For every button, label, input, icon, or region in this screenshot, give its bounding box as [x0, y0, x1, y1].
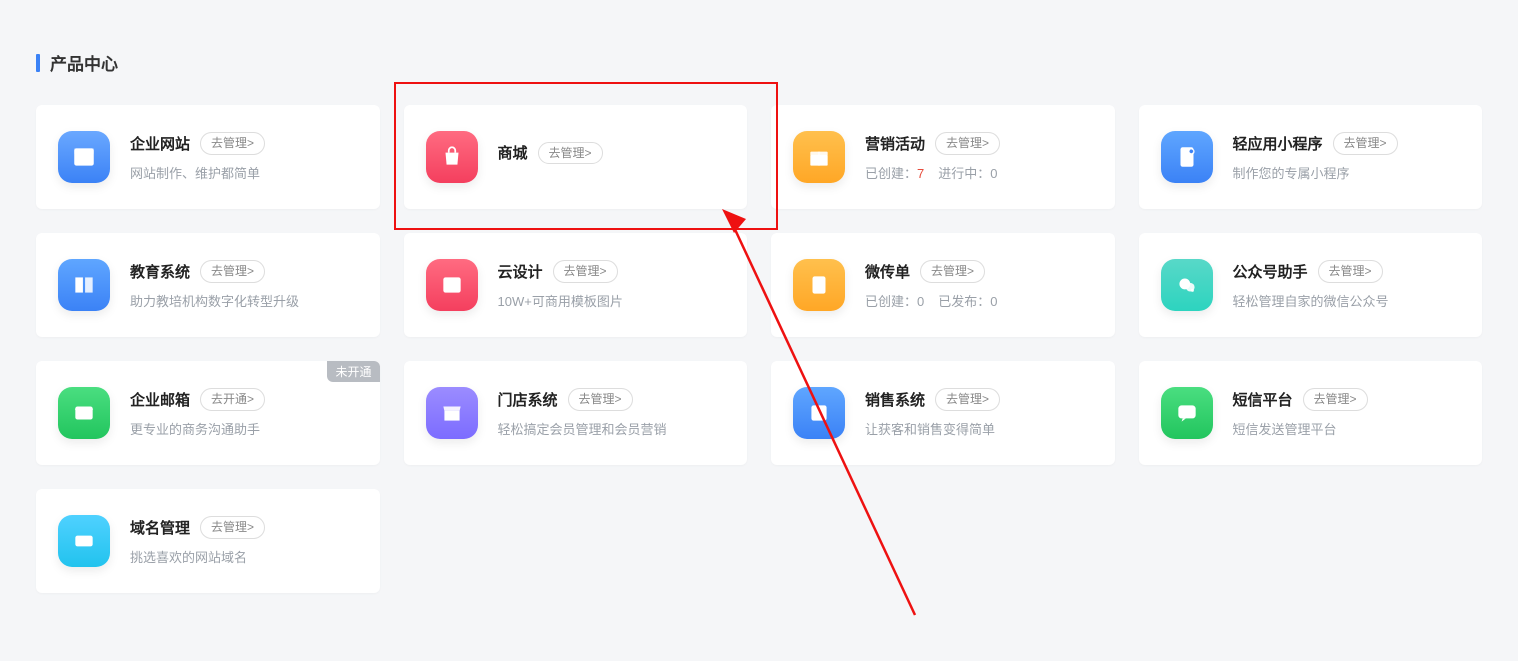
- chat-icon: [1161, 387, 1213, 439]
- bag-icon: [426, 131, 478, 183]
- card-domain[interactable]: W.≡ 域名管理 去管理> 挑选喜欢的网站域名: [36, 489, 380, 593]
- book-icon: [58, 259, 110, 311]
- product-center-section: 产品中心 企业网站 去管理> 网站制作、维护都简单 商城: [0, 0, 1518, 593]
- card-desc: 10W+可商用模板图片: [498, 291, 726, 310]
- page-icon: [793, 259, 845, 311]
- card-desc: 短信发送管理平台: [1233, 419, 1461, 438]
- card-marketing[interactable]: 营销活动 去管理> 已创建：7 进行中：0: [771, 105, 1115, 209]
- card-title: 企业邮箱: [130, 389, 190, 410]
- card-flyer[interactable]: 微传单 去管理> 已创建：0 已发布：0: [771, 233, 1115, 337]
- gift-icon: [793, 131, 845, 183]
- card-stats: 已创建：0 已发布：0: [865, 291, 1093, 310]
- card-title: 教育系统: [130, 261, 190, 282]
- card-title: 域名管理: [130, 517, 190, 538]
- card-desc: 助力教培机构数字化转型升级: [130, 291, 358, 310]
- manage-button[interactable]: 去管理>: [1318, 260, 1383, 283]
- card-title: 轻应用小程序: [1233, 133, 1323, 154]
- card-sales[interactable]: 销售系统 去管理> 让获客和销售变得简单: [771, 361, 1115, 465]
- card-title: 营销活动: [865, 133, 925, 154]
- manage-button[interactable]: 去管理>: [935, 388, 1000, 411]
- card-title: 商城: [498, 142, 528, 163]
- card-edu[interactable]: 教育系统 去管理> 助力教培机构数字化转型升级: [36, 233, 380, 337]
- domain-icon: W.≡: [58, 515, 110, 567]
- manage-button[interactable]: 去管理>: [1303, 388, 1368, 411]
- manage-button[interactable]: 去管理>: [920, 260, 985, 283]
- product-grid: 企业网站 去管理> 网站制作、维护都简单 商城 去管理>: [36, 105, 1482, 593]
- card-desc: 让获客和销售变得简单: [865, 419, 1093, 438]
- card-wechat[interactable]: 公众号助手 去管理> 轻松管理自家的微信公众号: [1139, 233, 1483, 337]
- card-mall[interactable]: 商城 去管理>: [404, 105, 748, 209]
- section-title: 产品中心: [36, 50, 1482, 75]
- manage-button[interactable]: 去管理>: [1333, 132, 1398, 155]
- card-title: 公众号助手: [1233, 261, 1308, 282]
- card-title: 短信平台: [1233, 389, 1293, 410]
- card-desc: 制作您的专属小程序: [1233, 163, 1461, 182]
- miniapp-icon: [1161, 131, 1213, 183]
- inactive-badge: 未开通: [327, 361, 379, 382]
- card-title: 企业网站: [130, 133, 190, 154]
- card-stats: 已创建：7 进行中：0: [865, 163, 1093, 182]
- manage-button[interactable]: 去管理>: [200, 260, 265, 283]
- card-desc: 轻松搞定会员管理和会员营销: [498, 419, 726, 438]
- card-title: 销售系统: [865, 389, 925, 410]
- card-desc: 挑选喜欢的网站域名: [130, 547, 358, 566]
- list-icon: [793, 387, 845, 439]
- card-mail[interactable]: 未开通 企业邮箱 去开通> 更专业的商务沟通助手: [36, 361, 380, 465]
- card-miniapp[interactable]: 轻应用小程序 去管理> 制作您的专属小程序: [1139, 105, 1483, 209]
- card-desc: 更专业的商务沟通助手: [130, 419, 358, 438]
- manage-button[interactable]: 去管理>: [935, 132, 1000, 155]
- mail-icon: [58, 387, 110, 439]
- manage-button[interactable]: 去管理>: [568, 388, 633, 411]
- wechat-icon: [1161, 259, 1213, 311]
- activate-button[interactable]: 去开通>: [200, 388, 265, 411]
- manage-button[interactable]: 去管理>: [200, 132, 265, 155]
- card-store[interactable]: 门店系统 去管理> 轻松搞定会员管理和会员营销: [404, 361, 748, 465]
- card-title: 云设计: [498, 261, 543, 282]
- store-icon: [426, 387, 478, 439]
- manage-button[interactable]: 去管理>: [538, 142, 603, 165]
- card-design[interactable]: 云设计 去管理> 10W+可商用模板图片: [404, 233, 748, 337]
- card-title: 门店系统: [498, 389, 558, 410]
- card-desc: 网站制作、维护都简单: [130, 163, 358, 182]
- card-desc: 轻松管理自家的微信公众号: [1233, 291, 1461, 310]
- svg-text:W.≡: W.≡: [79, 537, 93, 546]
- card-sms[interactable]: 短信平台 去管理> 短信发送管理平台: [1139, 361, 1483, 465]
- window-icon: [58, 131, 110, 183]
- card-site[interactable]: 企业网站 去管理> 网站制作、维护都简单: [36, 105, 380, 209]
- manage-button[interactable]: 去管理>: [553, 260, 618, 283]
- manage-button[interactable]: 去管理>: [200, 516, 265, 539]
- card-title: 微传单: [865, 261, 910, 282]
- image-icon: [426, 259, 478, 311]
